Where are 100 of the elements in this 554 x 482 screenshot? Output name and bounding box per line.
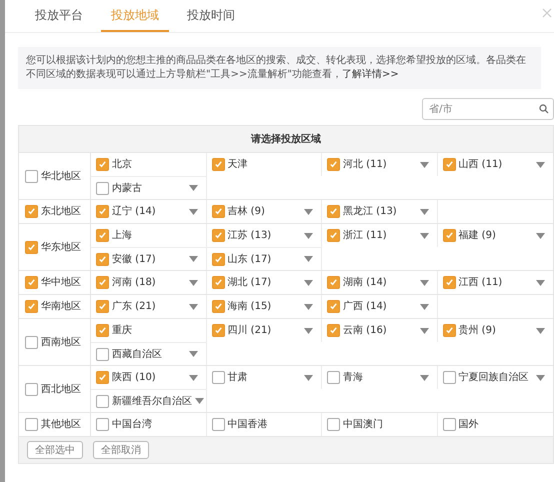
caret-icon[interactable]	[304, 280, 313, 286]
province-label: 广东 (21)	[112, 300, 156, 314]
check-icon	[329, 207, 338, 216]
caret-icon[interactable]	[304, 232, 313, 238]
region-label: 华北地区	[41, 170, 81, 184]
close-icon[interactable]	[542, 8, 552, 18]
checkbox[interactable]	[442, 371, 456, 384]
caret-icon[interactable]	[420, 328, 428, 334]
caret-icon[interactable]	[420, 162, 428, 168]
checkbox[interactable]	[25, 276, 38, 289]
checkbox[interactable]	[212, 158, 224, 171]
checkbox[interactable]	[442, 229, 456, 242]
checkbox[interactable]	[96, 205, 109, 218]
checkbox[interactable]	[96, 158, 109, 171]
caret-icon[interactable]	[420, 374, 428, 380]
caret-icon[interactable]	[188, 374, 198, 380]
province-label: 中国澳门	[343, 418, 383, 432]
checkbox[interactable]	[327, 158, 340, 171]
caret-icon[interactable]	[195, 398, 204, 404]
checkbox[interactable]	[327, 371, 340, 384]
check-icon	[329, 326, 338, 335]
checkbox[interactable]	[96, 229, 109, 242]
region-label: 东北地区	[41, 204, 81, 219]
checkbox[interactable]	[442, 158, 456, 171]
checkbox[interactable]	[96, 371, 109, 384]
province-label: 山东 (17)	[228, 252, 272, 266]
caret-icon[interactable]	[188, 208, 198, 214]
checkbox[interactable]	[442, 276, 456, 289]
checkbox[interactable]	[327, 276, 340, 289]
checkbox[interactable]	[96, 394, 109, 408]
caret-icon[interactable]	[188, 351, 198, 357]
caret-icon[interactable]	[188, 280, 198, 286]
checkbox[interactable]	[212, 276, 224, 289]
checkbox[interactable]	[212, 252, 224, 266]
checkbox[interactable]	[212, 418, 224, 431]
caret-icon[interactable]	[536, 374, 545, 380]
caret-icon[interactable]	[536, 280, 545, 286]
caret-icon[interactable]	[188, 304, 198, 310]
province-label: 天津	[228, 158, 248, 172]
caret-icon[interactable]	[536, 328, 545, 334]
details-link[interactable]: 了解详情>>	[342, 69, 399, 80]
checkbox[interactable]	[327, 418, 340, 431]
check-icon	[98, 373, 107, 382]
checkbox[interactable]	[327, 229, 340, 242]
region-label: 西南地区	[41, 336, 81, 350]
check-icon	[214, 278, 222, 287]
checkbox[interactable]	[442, 418, 456, 431]
checkbox[interactable]	[212, 300, 224, 313]
checkbox[interactable]	[442, 324, 456, 337]
caret-icon[interactable]	[420, 232, 428, 238]
caret-icon[interactable]	[188, 256, 198, 262]
province-label: 北京	[112, 158, 132, 172]
checkbox[interactable]	[25, 170, 38, 182]
caret-icon[interactable]	[536, 232, 545, 238]
checkbox[interactable]	[327, 324, 340, 337]
caret-icon[interactable]	[304, 374, 313, 380]
checkbox[interactable]	[25, 240, 38, 254]
check-icon	[214, 207, 222, 216]
checkbox[interactable]	[25, 382, 38, 396]
caret-icon[interactable]	[304, 256, 313, 262]
caret-icon[interactable]	[420, 208, 428, 214]
caret-icon[interactable]	[188, 185, 198, 191]
checkbox[interactable]	[96, 182, 109, 194]
checkbox[interactable]	[25, 418, 38, 431]
checkbox[interactable]	[25, 205, 38, 218]
tab[interactable]: 投放平台	[25, 0, 93, 32]
checkbox[interactable]	[25, 336, 38, 348]
checkbox[interactable]	[212, 205, 224, 218]
checkbox[interactable]	[212, 371, 224, 384]
search-field[interactable]: 省/市	[422, 98, 554, 120]
checkbox[interactable]	[212, 324, 224, 337]
checkbox[interactable]	[212, 229, 224, 242]
caret-icon[interactable]	[420, 280, 428, 286]
checkbox[interactable]	[96, 418, 109, 431]
checkbox[interactable]	[96, 252, 109, 266]
checkbox[interactable]	[96, 348, 109, 360]
caret-icon[interactable]	[304, 208, 313, 214]
province-label: 内蒙古	[112, 182, 142, 196]
checkbox[interactable]	[96, 300, 109, 313]
province-label: 河南 (18)	[112, 276, 156, 290]
province-label: 云南 (16)	[343, 324, 387, 338]
caret-icon[interactable]	[304, 328, 313, 334]
province-label: 宁夏回族自治区	[458, 370, 528, 385]
province-label: 山西 (11)	[458, 158, 502, 172]
caret-icon[interactable]	[304, 304, 313, 310]
check-icon	[329, 160, 338, 169]
tab[interactable]: 投放时间	[177, 0, 245, 32]
region-label: 其他地区	[41, 418, 81, 432]
checkbox[interactable]	[25, 300, 38, 313]
checkbox[interactable]	[96, 324, 109, 337]
table-header: 请选择投放区域	[19, 126, 553, 152]
caret-icon[interactable]	[536, 162, 545, 168]
bulk-button[interactable]: 全部选中	[27, 441, 83, 459]
bulk-button[interactable]: 全部取消	[93, 441, 149, 459]
checkbox[interactable]	[327, 205, 340, 218]
province-label: 黑龙江 (13)	[343, 204, 397, 219]
region-label: 华东地区	[41, 240, 81, 254]
caret-icon[interactable]	[420, 304, 428, 310]
checkbox[interactable]	[96, 276, 109, 289]
checkbox[interactable]	[327, 300, 340, 313]
